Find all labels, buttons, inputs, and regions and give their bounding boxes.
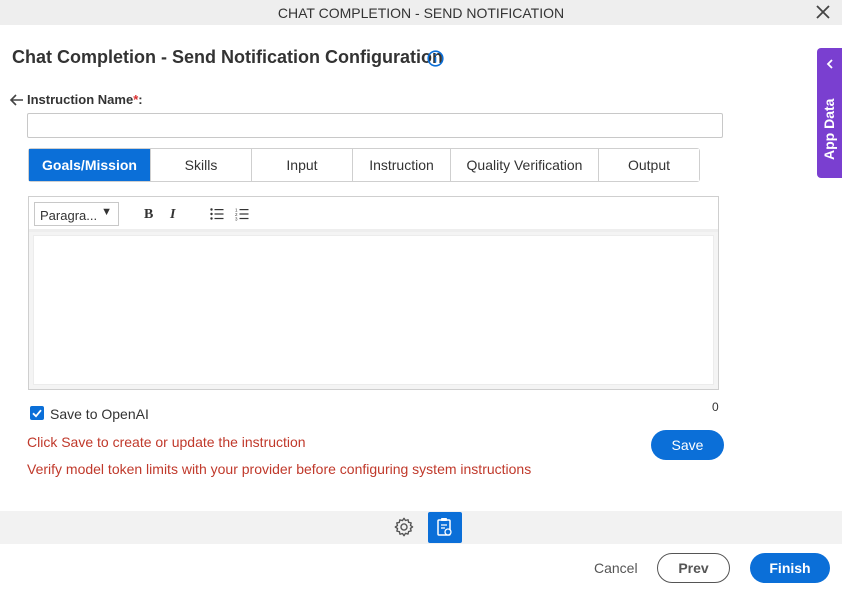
info-icon[interactable] xyxy=(427,50,444,67)
save-hint-message: Click Save to create or update the instr… xyxy=(27,434,306,450)
paragraph-format-value: Paragra... xyxy=(40,208,98,223)
save-to-openai-checkbox[interactable] xyxy=(30,406,44,420)
instruction-name-text: Instruction Name xyxy=(27,92,134,107)
italic-button[interactable]: I xyxy=(170,207,175,223)
tab-input[interactable]: Input xyxy=(252,149,353,181)
editor-toolbar: Paragra... ▼ B I 1 2 3 xyxy=(29,197,718,232)
label-colon: : xyxy=(138,92,143,107)
chevron-left-icon xyxy=(826,59,833,69)
cancel-button[interactable]: Cancel xyxy=(594,560,638,576)
token-limit-message: Verify model token limits with your prov… xyxy=(27,461,532,477)
editor-content-area[interactable] xyxy=(33,235,714,385)
instruction-name-input[interactable] xyxy=(27,113,723,138)
bullet-list-icon[interactable] xyxy=(210,207,224,221)
prev-button[interactable]: Prev xyxy=(657,553,730,583)
document-settings-button[interactable] xyxy=(428,512,462,543)
app-data-label: App Data xyxy=(821,98,837,160)
save-button[interactable]: Save xyxy=(651,430,724,460)
save-to-openai-label: Save to OpenAI xyxy=(50,406,149,422)
tab-instruction[interactable]: Instruction xyxy=(353,149,451,181)
tab-goals-mission[interactable]: Goals/Mission xyxy=(29,149,151,181)
instruction-tabs: Goals/Mission Skills Input Instruction Q… xyxy=(28,148,700,182)
instruction-name-label: Instruction Name*: xyxy=(27,92,143,107)
bold-button[interactable]: B xyxy=(144,207,153,223)
title-bar: CHAT COMPLETION - SEND NOTIFICATION xyxy=(0,0,842,25)
gear-icon[interactable] xyxy=(393,516,415,538)
close-icon[interactable] xyxy=(812,1,834,23)
window-title: CHAT COMPLETION - SEND NOTIFICATION xyxy=(277,5,565,21)
document-icon xyxy=(437,518,452,536)
app-data-panel-toggle[interactable]: App Data xyxy=(817,48,842,178)
tab-skills[interactable]: Skills xyxy=(151,149,252,181)
bottom-icon-bar xyxy=(0,511,842,544)
tab-output[interactable]: Output xyxy=(599,149,699,181)
tab-quality-verification[interactable]: Quality Verification xyxy=(451,149,599,181)
numbered-list-icon[interactable]: 1 2 3 xyxy=(235,207,249,221)
paragraph-format-select[interactable]: Paragra... ▼ xyxy=(34,202,119,226)
back-arrow-icon[interactable] xyxy=(9,93,25,107)
dropdown-arrow-icon: ▼ xyxy=(101,206,112,218)
finish-button[interactable]: Finish xyxy=(750,553,830,583)
svg-text:3: 3 xyxy=(235,217,238,222)
character-count: 0 xyxy=(712,400,719,414)
page-title: Chat Completion - Send Notification Conf… xyxy=(12,47,443,67)
rich-text-editor: Paragra... ▼ B I 1 2 3 xyxy=(28,196,719,390)
